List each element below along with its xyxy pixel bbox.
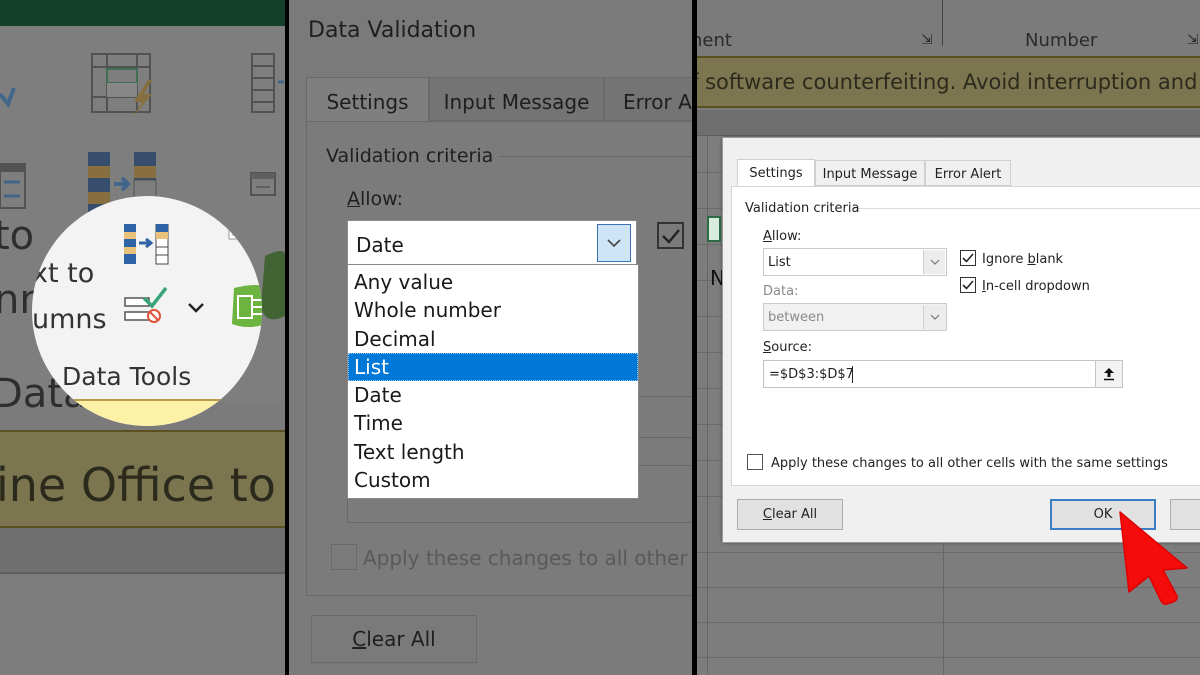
banner-text: ine Office to [0, 458, 276, 512]
tab-error-alert[interactable]: Error Al [604, 77, 692, 121]
activation-warning-banner: f software counterfeiting. Avoid interru… [697, 56, 1200, 108]
number-dialog-launcher-icon[interactable]: ⇲ [1187, 32, 1199, 48]
data-select: between [763, 303, 947, 331]
allow-label: Allow: [347, 188, 404, 210]
clear-all-rest: lear All [366, 627, 436, 651]
option-whole-number[interactable]: Whole number [348, 296, 638, 324]
source-input-value: =$D$3:$D$7 [769, 367, 854, 382]
apply-to-all-label: Apply these changes to all other cells w… [771, 456, 1168, 471]
data-validation-icon[interactable] [124, 284, 170, 324]
data-dropdown-button [923, 305, 945, 329]
source-label: Source: [763, 340, 813, 355]
text-caret [852, 366, 853, 383]
ignore-blank-label: Ignore blank [982, 252, 1064, 267]
checkmark-icon [962, 280, 974, 290]
collapse-dialog-button[interactable] [1095, 361, 1122, 387]
allow-dropdown-zoom-panel: Data Validation Settings Input Message E… [289, 0, 692, 675]
option-any-value[interactable]: Any value [348, 268, 638, 296]
group-divider [853, 208, 1200, 209]
group-divider [494, 156, 692, 157]
allow-select[interactable]: Date [347, 220, 637, 265]
checkmark-icon [962, 253, 974, 263]
alignment-group-label: nent [697, 30, 732, 51]
validation-dialog-panel: nent ⇲ Number ⇲ f software counterfeitin… [697, 0, 1200, 675]
banner-magnified [32, 399, 262, 426]
ribbon-zoom-panel: to nn Data ine Office to xt to umns [0, 0, 285, 675]
apply-to-all-checkbox[interactable] [331, 544, 357, 570]
data-tools-group-label: Data Tools [62, 362, 192, 391]
banner-text: f software counterfeiting. Avoid interru… [697, 70, 1200, 94]
tab-input-message[interactable]: Input Message [429, 77, 604, 121]
option-list[interactable]: List [348, 352, 638, 382]
remove-duplicates-icon[interactable] [250, 52, 285, 122]
chevron-down-icon [607, 238, 621, 247]
arrow-up-icon [1104, 368, 1114, 381]
allow-select-value: List [768, 255, 791, 270]
option-text-length[interactable]: Text length [348, 438, 638, 466]
allow-dropdown-button[interactable] [923, 250, 945, 274]
option-date[interactable]: Date [348, 381, 638, 409]
chevron-down-icon [930, 314, 939, 320]
consolidate-icon-small[interactable] [228, 226, 248, 242]
ignore-blank-checkbox[interactable] [960, 250, 976, 266]
allow-accesskey: A [347, 188, 360, 210]
tab-settings[interactable]: Settings [737, 159, 815, 187]
checkmark-icon [661, 228, 680, 244]
option-time[interactable]: Time [348, 409, 638, 437]
clear-all-button[interactable]: Clear All [311, 615, 477, 663]
alignment-dialog-launcher-icon[interactable]: ⇲ [921, 32, 933, 48]
selected-cell[interactable] [707, 216, 721, 242]
excel-title-bar [0, 0, 285, 26]
group-separator [942, 0, 943, 46]
worksheet-area [0, 576, 285, 675]
in-cell-dropdown-label: In-cell dropdown [982, 279, 1090, 294]
data-validation-dropdown-icon[interactable] [187, 302, 205, 314]
formula-bar-strip [0, 528, 285, 574]
in-cell-dropdown-checkbox[interactable] [960, 277, 976, 293]
columns-label-small: umns [32, 304, 107, 335]
text-to-columns-icon[interactable] [124, 224, 170, 266]
validation-criteria-label: Validation criteria [326, 145, 500, 167]
data-label: Data: [763, 284, 799, 299]
cancel-button-partial[interactable] [1170, 499, 1200, 530]
clear-all-button[interactable]: Clear All [737, 499, 843, 530]
formula-bar [697, 110, 1200, 136]
chevron-down-icon [930, 259, 939, 265]
manage-data-model-icon[interactable] [228, 284, 262, 328]
option-custom[interactable]: Custom [348, 466, 638, 494]
data-select-value: between [768, 310, 825, 325]
validation-criteria-label: Validation criteria [745, 201, 860, 216]
allow-select-value: Date [356, 233, 404, 257]
number-group-label: Number [1025, 30, 1098, 51]
activation-warning-banner: ine Office to [0, 430, 285, 528]
source-input[interactable]: =$D$3:$D$7 [763, 360, 1123, 388]
text-to-label-small: xt to [32, 258, 95, 289]
ribbon-group-labels [697, 0, 1200, 54]
sort-icon [0, 87, 26, 209]
apply-to-all-checkbox[interactable] [747, 454, 763, 470]
option-decimal[interactable]: Decimal [348, 325, 638, 353]
allow-dropdown-button[interactable] [597, 224, 631, 262]
allow-select[interactable]: List [763, 248, 947, 276]
flash-fill-icon[interactable] [90, 52, 160, 122]
consolidate-icon [250, 172, 276, 196]
apply-to-all-label: Apply these changes to all other cel [363, 546, 692, 570]
tab-error-alert[interactable]: Error Alert [925, 160, 1011, 186]
allow-label: Allow: [763, 229, 802, 244]
dialog-title: Data Validation [308, 18, 477, 43]
text-to-label-partial: to [0, 213, 35, 259]
data-validation-dialog: Settings Input Message Error Alert Valid… [722, 137, 1200, 543]
allow-options-list[interactable]: Any value Whole number Decimal List Date… [347, 264, 639, 499]
ignore-blank-checkbox[interactable] [657, 222, 684, 249]
tab-input-message[interactable]: Input Message [815, 160, 925, 186]
magnifier-circle: xt to umns Data Tools [32, 196, 262, 426]
tab-settings[interactable]: Settings [306, 77, 429, 121]
ok-button[interactable]: OK [1050, 499, 1156, 530]
